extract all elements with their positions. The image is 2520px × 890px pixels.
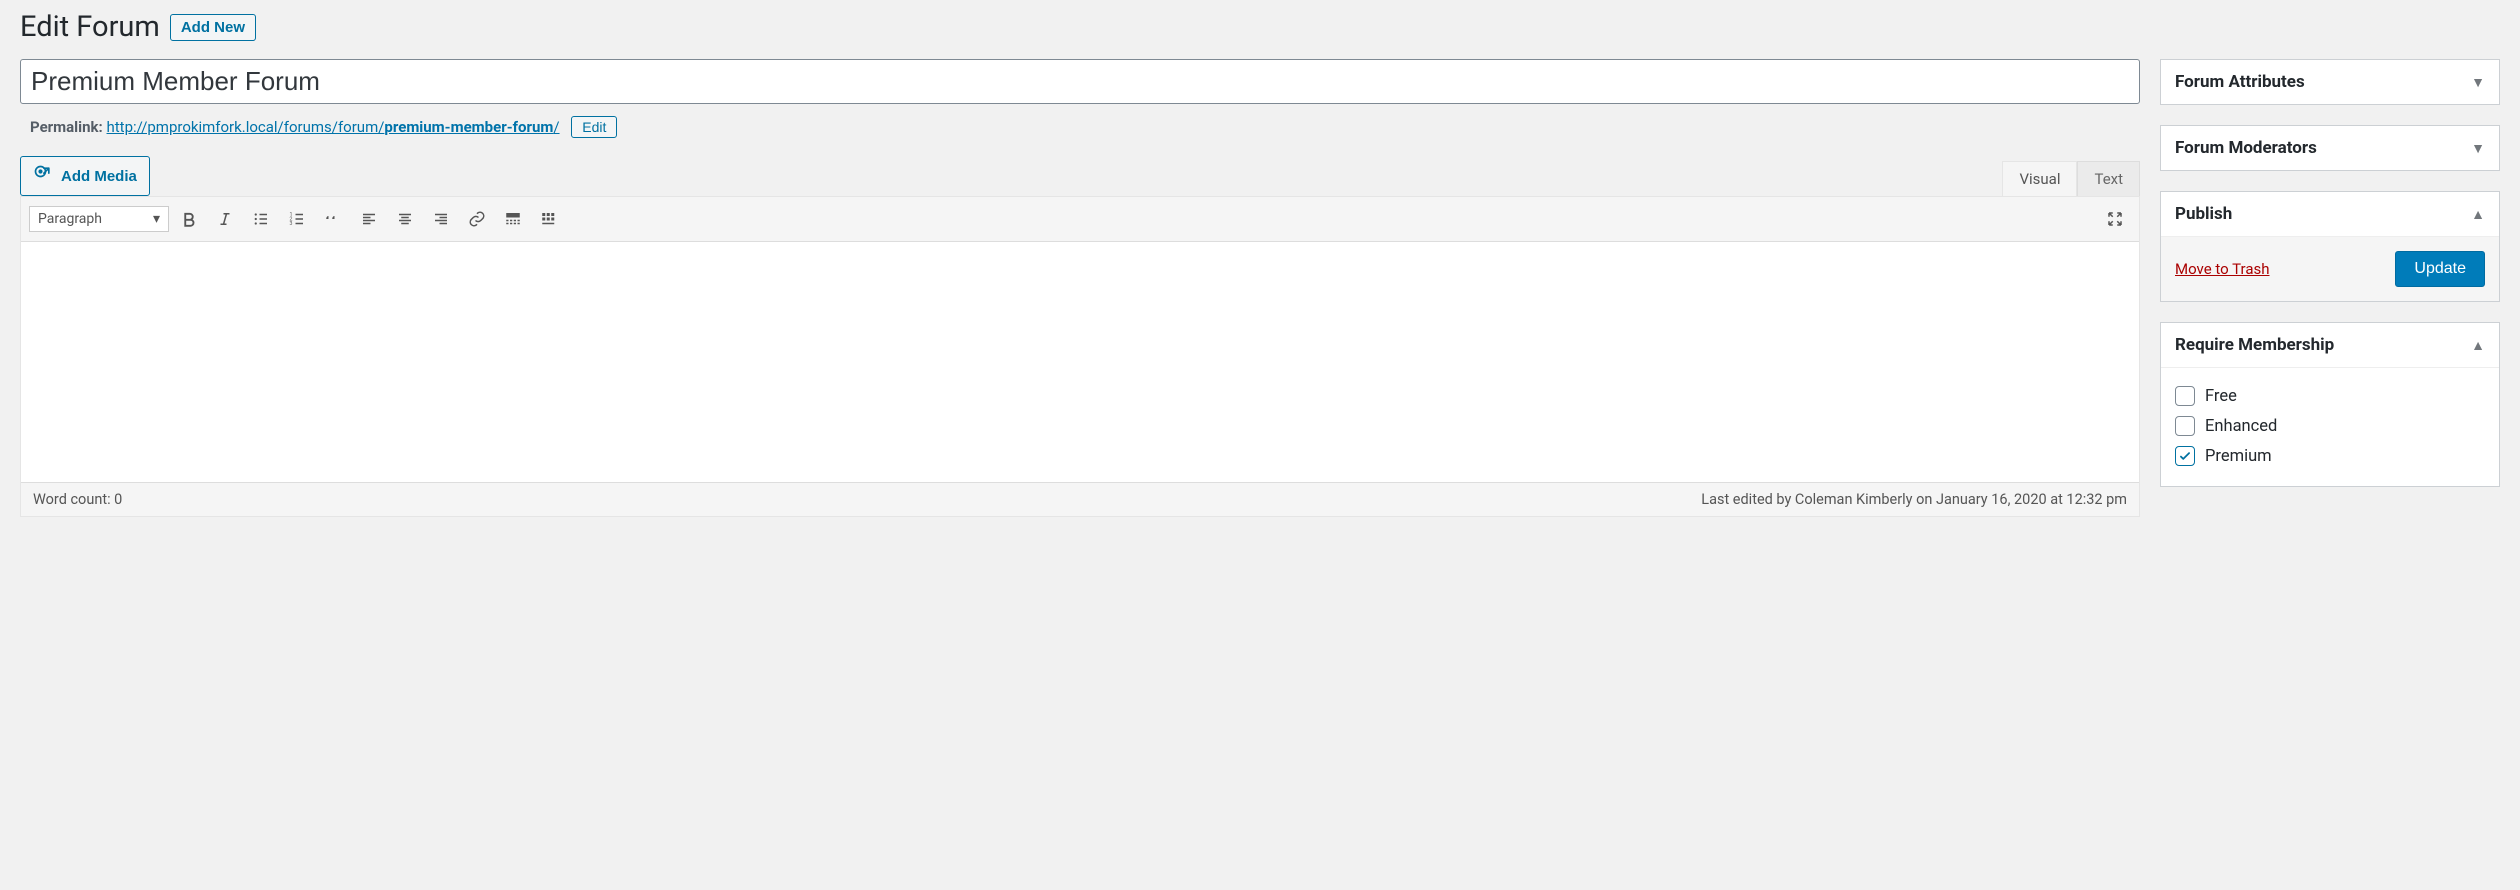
page-title: Edit Forum — [20, 10, 160, 44]
align-right-button[interactable] — [425, 203, 457, 235]
insert-more-button[interactable] — [497, 203, 529, 235]
permalink-link[interactable]: http://pmprokimfork.local/forums/forum/p… — [107, 118, 560, 136]
tab-text[interactable]: Text — [2077, 161, 2140, 196]
align-center-button[interactable] — [389, 203, 421, 235]
move-to-trash-link[interactable]: Move to Trash — [2175, 260, 2269, 278]
chevron-down-icon: ▾ — [153, 211, 160, 227]
membership-label: Free — [2205, 387, 2237, 406]
membership-option[interactable]: Free — [2175, 386, 2485, 406]
editor-content-area[interactable] — [21, 242, 2139, 482]
forum-moderators-panel: Forum Moderators ▼ — [2160, 125, 2500, 171]
membership-option[interactable]: Premium — [2175, 446, 2485, 466]
checkbox[interactable] — [2175, 446, 2195, 466]
edit-permalink-button[interactable]: Edit — [571, 116, 617, 138]
paragraph-format-select[interactable]: Paragraph ▾ — [29, 206, 169, 232]
bold-button[interactable] — [173, 203, 205, 235]
editor-status-bar: Word count: 0 Last edited by Coleman Kim… — [21, 482, 2139, 516]
editor: Paragraph ▾ 123 Word count: 0 — [20, 196, 2140, 517]
bullet-list-button[interactable] — [245, 203, 277, 235]
tab-visual[interactable]: Visual — [2002, 161, 2077, 196]
toolbar-toggle-button[interactable] — [533, 203, 565, 235]
numbered-list-button[interactable]: 123 — [281, 203, 313, 235]
chevron-up-icon: ▲ — [2471, 337, 2485, 354]
checkbox[interactable] — [2175, 386, 2195, 406]
require-membership-panel: Require Membership ▲ Free Enhanced Premium — [2160, 322, 2500, 487]
membership-label: Premium — [2205, 447, 2272, 466]
permalink-label: Permalink: — [30, 118, 103, 136]
insert-link-button[interactable] — [461, 203, 493, 235]
chevron-down-icon: ▼ — [2471, 140, 2485, 157]
post-title-input[interactable] — [20, 59, 2140, 104]
word-count: Word count: 0 — [33, 491, 122, 508]
membership-label: Enhanced — [2205, 417, 2277, 436]
page-header: Edit Forum Add New — [20, 10, 2500, 44]
add-new-button[interactable]: Add New — [170, 14, 256, 41]
require-membership-toggle[interactable]: Require Membership ▲ — [2161, 323, 2499, 368]
membership-option[interactable]: Enhanced — [2175, 416, 2485, 436]
align-left-button[interactable] — [353, 203, 385, 235]
forum-moderators-toggle[interactable]: Forum Moderators ▼ — [2161, 126, 2499, 170]
forum-attributes-panel: Forum Attributes ▼ — [2160, 59, 2500, 105]
blockquote-button[interactable] — [317, 203, 349, 235]
permalink-row: Permalink: http://pmprokimfork.local/for… — [30, 116, 2140, 138]
update-button[interactable]: Update — [2395, 251, 2485, 287]
last-edited: Last edited by Coleman Kimberly on Janua… — [1701, 491, 2127, 508]
media-icon — [33, 164, 53, 188]
publish-panel: Publish ▲ Move to Trash Update — [2160, 191, 2500, 302]
italic-button[interactable] — [209, 203, 241, 235]
chevron-down-icon: ▼ — [2471, 74, 2485, 91]
forum-attributes-toggle[interactable]: Forum Attributes ▼ — [2161, 60, 2499, 104]
chevron-up-icon: ▲ — [2471, 206, 2485, 223]
checkbox[interactable] — [2175, 416, 2195, 436]
add-media-button[interactable]: Add Media — [20, 156, 150, 196]
publish-panel-toggle[interactable]: Publish ▲ — [2161, 192, 2499, 237]
fullscreen-button[interactable] — [2099, 203, 2131, 235]
svg-text:3: 3 — [290, 221, 293, 227]
editor-toolbar: Paragraph ▾ 123 — [21, 197, 2139, 242]
